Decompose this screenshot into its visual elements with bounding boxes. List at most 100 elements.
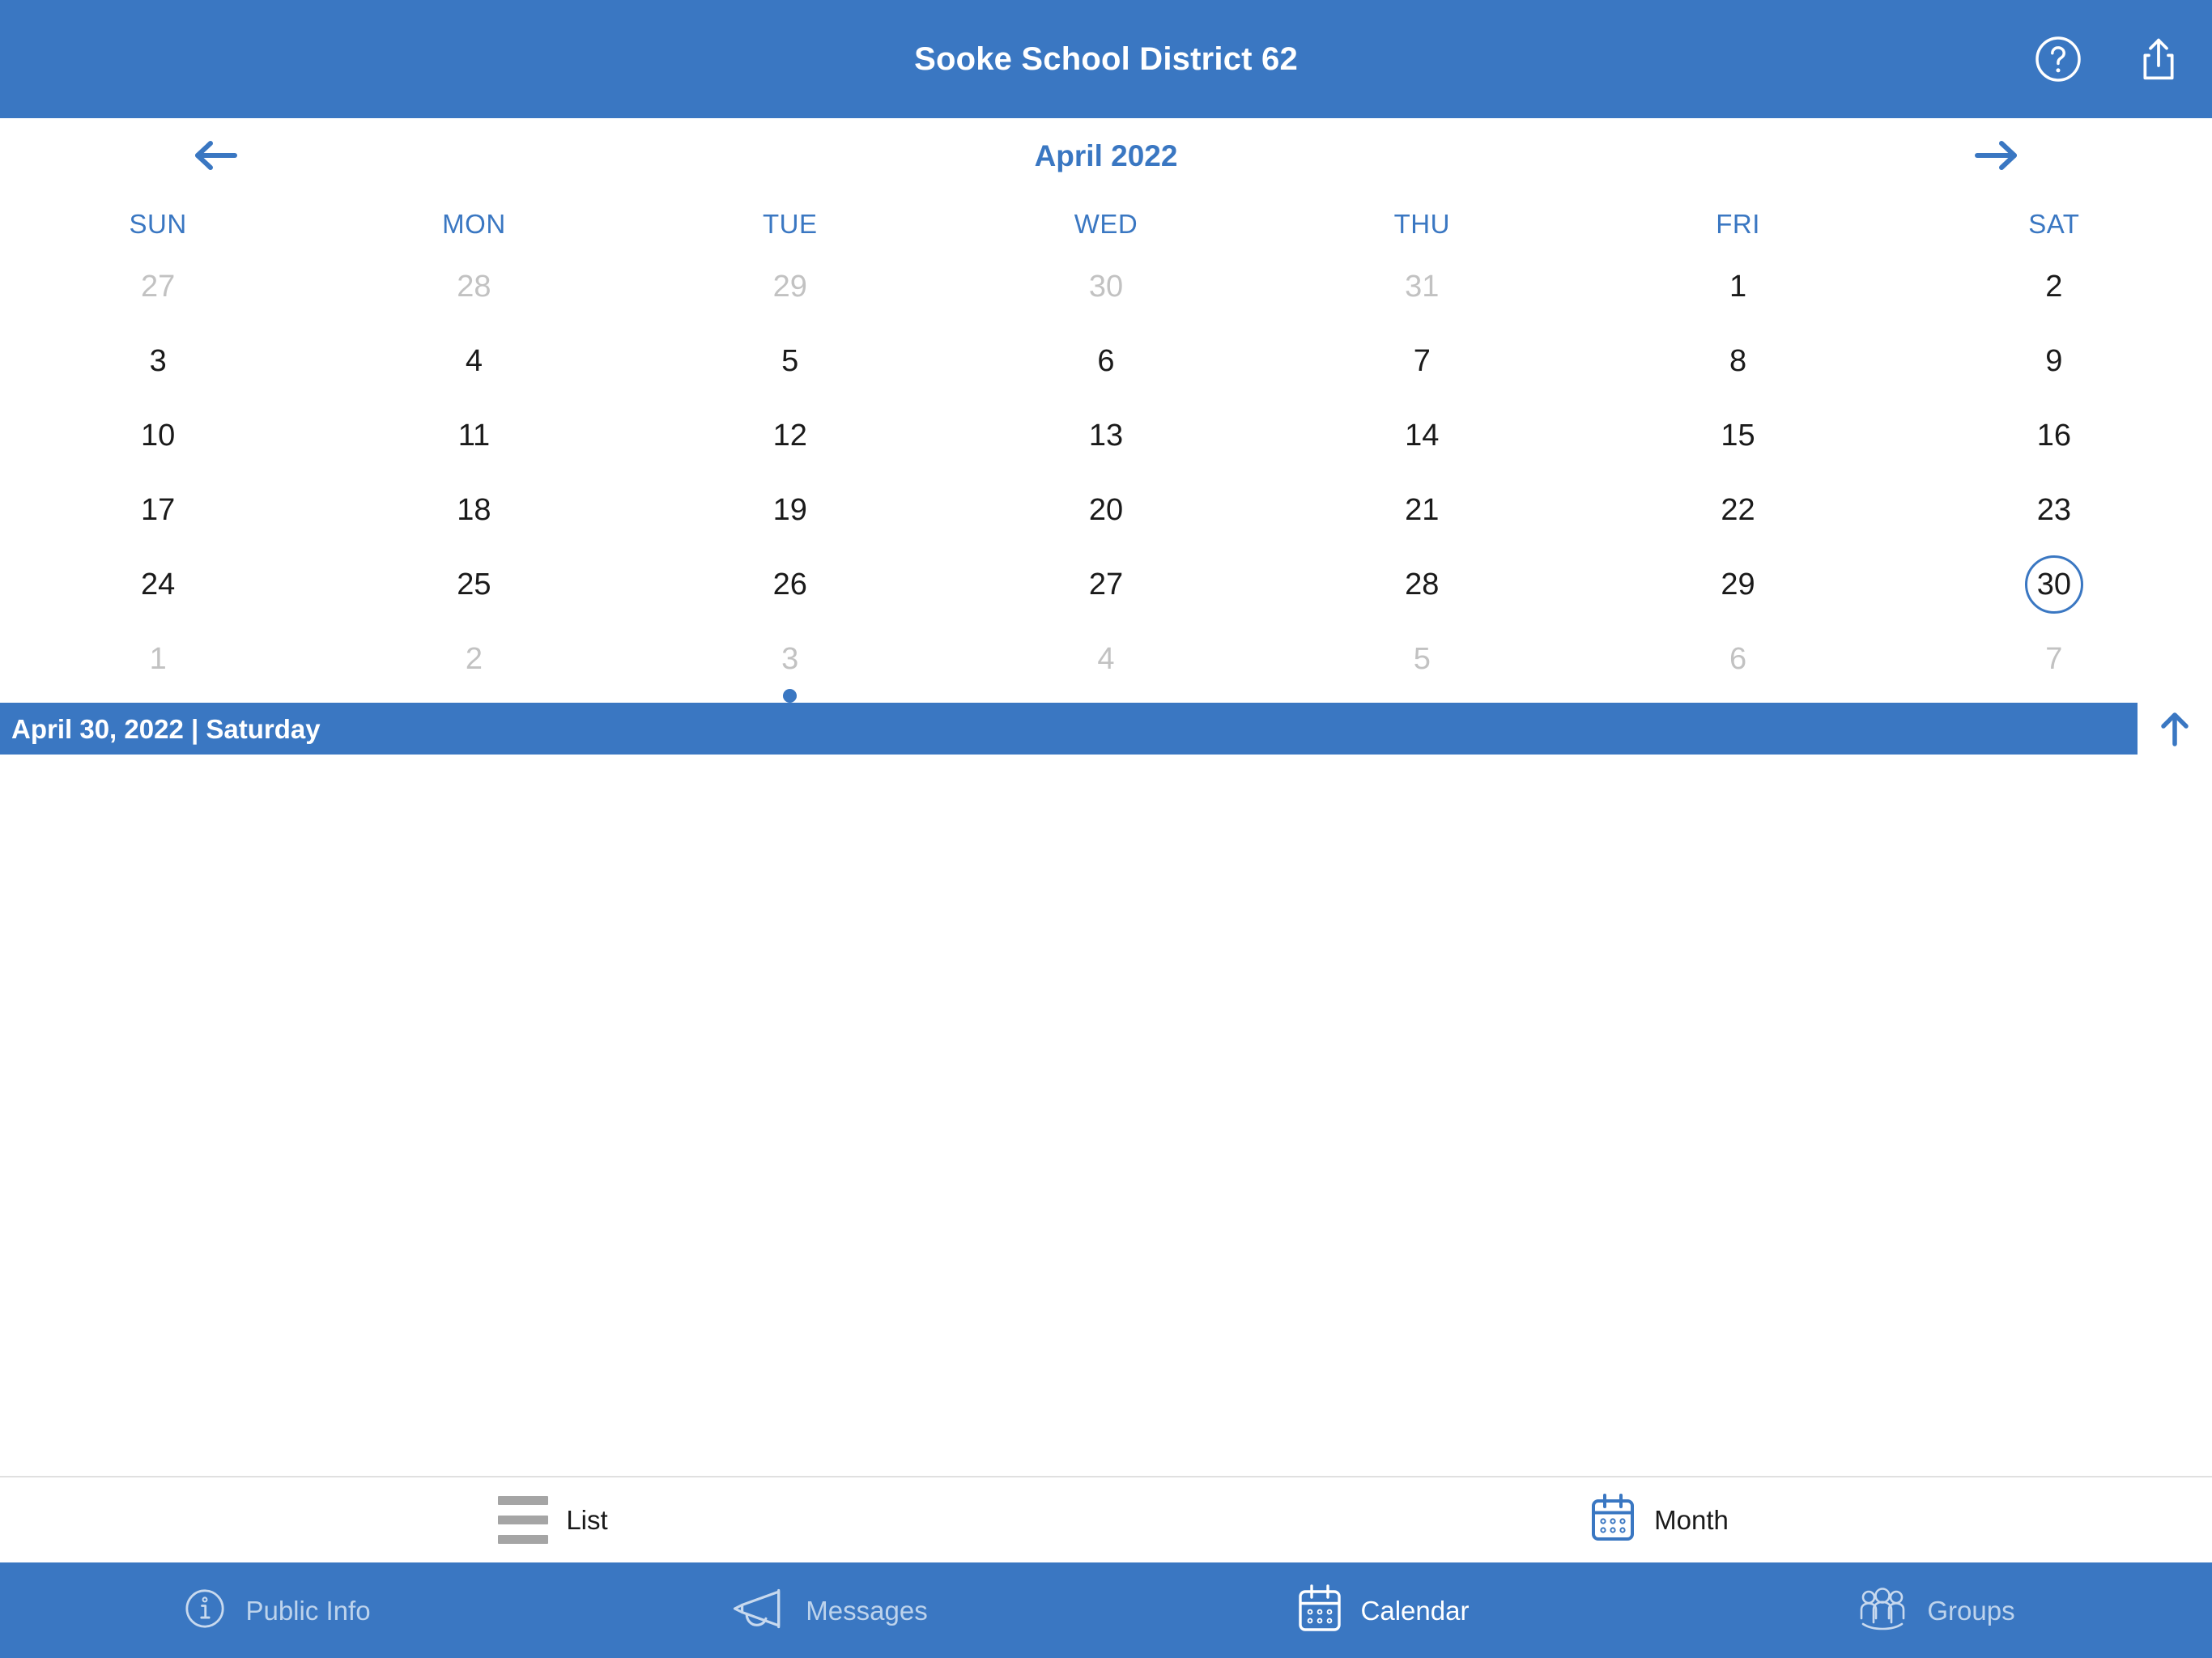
- event-list-area: [0, 755, 2212, 1477]
- calendar-day-cell[interactable]: 15: [1580, 405, 1895, 479]
- calendar-day-cell[interactable]: 29: [632, 256, 948, 330]
- share-icon: [2143, 38, 2174, 80]
- calendar-icon: [1296, 1584, 1343, 1638]
- view-option-month-label: Month: [1654, 1505, 1729, 1535]
- calendar-day-number: 13: [1088, 419, 1124, 453]
- tab-public-info-label: Public Info: [245, 1595, 371, 1626]
- calendar-day-cell[interactable]: 9: [1896, 330, 2212, 405]
- calendar-day-number: 8: [1729, 344, 1747, 378]
- view-option-list[interactable]: List: [0, 1496, 1106, 1544]
- tab-groups[interactable]: Groups: [1659, 1585, 2212, 1636]
- calendar-day-cell[interactable]: 25: [316, 554, 632, 628]
- calendar-day-number: 15: [1721, 419, 1755, 453]
- calendar-day-cell[interactable]: 13: [948, 405, 1264, 479]
- info-circle-icon: [182, 1586, 228, 1635]
- calendar-day-cell[interactable]: 10: [0, 405, 316, 479]
- calendar-day-cell[interactable]: 28: [1264, 554, 1580, 628]
- weekday-header-row: SUN MON TUE WED THU FRI SAT: [0, 193, 2212, 256]
- calendar-day-number: 27: [141, 270, 176, 304]
- calendar-day-number: 30: [2024, 555, 2083, 614]
- calendar-day-cell[interactable]: 17: [0, 479, 316, 554]
- calendar-day-number: 2: [465, 642, 483, 676]
- calendar-day-number: 11: [457, 419, 491, 453]
- page-title: Sooke School District 62: [914, 41, 1298, 77]
- calendar-day-number: 14: [1405, 419, 1440, 453]
- calendar-day-cell[interactable]: 26: [632, 554, 948, 628]
- calendar-day-cell[interactable]: 11: [316, 405, 632, 479]
- bottom-tab-bar: Public Info Messages Calendar Groups: [0, 1562, 2212, 1658]
- calendar-day-cell[interactable]: 28: [316, 256, 632, 330]
- tab-groups-label: Groups: [1927, 1595, 2015, 1626]
- calendar-day-cell[interactable]: 4: [948, 628, 1264, 703]
- calendar-day-number: 29: [1721, 568, 1755, 602]
- calendar-day-cell[interactable]: 16: [1896, 405, 2212, 479]
- megaphone-icon: [731, 1586, 788, 1635]
- calendar-day-number: 5: [781, 344, 799, 378]
- calendar-day-cell[interactable]: 19: [632, 479, 948, 554]
- previous-month-button[interactable]: [178, 127, 251, 184]
- help-button[interactable]: [2029, 30, 2087, 88]
- calendar-day-number: 10: [141, 419, 176, 453]
- calendar-day-cell[interactable]: 29: [1580, 554, 1895, 628]
- calendar-day-number: 5: [1413, 642, 1431, 676]
- calendar-day-cell[interactable]: 6: [948, 330, 1264, 405]
- calendar-day-cell[interactable]: 8: [1580, 330, 1895, 405]
- calendar-day-cell[interactable]: 23: [1896, 479, 2212, 554]
- calendar-day-number: 4: [1097, 642, 1115, 676]
- view-switcher: List Month: [0, 1477, 2212, 1562]
- arrow-left-icon: [195, 141, 237, 170]
- calendar-day-number: 18: [457, 493, 491, 527]
- calendar-day-cell[interactable]: 6: [1580, 628, 1895, 703]
- calendar-day-cell[interactable]: 27: [0, 256, 316, 330]
- calendar-day-cell[interactable]: 22: [1580, 479, 1895, 554]
- next-month-button[interactable]: [1961, 127, 2034, 184]
- calendar-day-number: 30: [1088, 270, 1124, 304]
- view-option-month[interactable]: Month: [1106, 1493, 2212, 1547]
- people-icon: [1856, 1585, 1909, 1636]
- calendar-day-cell[interactable]: 18: [316, 479, 632, 554]
- calendar-day-cell[interactable]: 1: [1580, 256, 1895, 330]
- tab-messages[interactable]: Messages: [553, 1586, 1106, 1635]
- arrow-up-icon: [2161, 712, 2189, 746]
- selected-day-bar-row: April 30, 2022 | Saturday: [0, 703, 2212, 755]
- calendar-day-cell[interactable]: 30: [948, 256, 1264, 330]
- calendar-day-cell[interactable]: 1: [0, 628, 316, 703]
- calendar-day-cell[interactable]: 5: [1264, 628, 1580, 703]
- calendar-day-cell[interactable]: 21: [1264, 479, 1580, 554]
- calendar-day-cell[interactable]: 2: [316, 628, 632, 703]
- calendar-day-cell[interactable]: 30: [1896, 554, 2212, 628]
- calendar-day-cell[interactable]: 3: [632, 628, 948, 703]
- calendar-day-number: 3: [781, 641, 799, 676]
- calendar-day-cell[interactable]: 27: [948, 554, 1264, 628]
- collapse-calendar-button[interactable]: [2138, 703, 2212, 755]
- calendar-day-number: 1: [149, 642, 167, 676]
- calendar-day-cell[interactable]: 20: [948, 479, 1264, 554]
- calendar-day-cell[interactable]: 12: [632, 405, 948, 479]
- top-app-bar: Sooke School District 62: [0, 0, 2212, 118]
- tab-messages-label: Messages: [806, 1595, 928, 1626]
- selected-day-bar[interactable]: April 30, 2022 | Saturday: [0, 703, 2138, 755]
- calendar-day-cell[interactable]: 5: [632, 330, 948, 405]
- weekday-header-wed: WED: [1074, 209, 1138, 239]
- calendar-day-number: 31: [1405, 270, 1440, 304]
- weekday-header-tue: TUE: [762, 209, 818, 239]
- calendar-day-cell[interactable]: 3: [0, 330, 316, 405]
- calendar-day-number: 2: [2045, 270, 2063, 304]
- calendar-day-number: 27: [1088, 568, 1124, 602]
- calendar-day-cell[interactable]: 7: [1264, 330, 1580, 405]
- tab-calendar[interactable]: Calendar: [1106, 1584, 1659, 1638]
- tab-public-info[interactable]: Public Info: [0, 1586, 553, 1635]
- weekday-header-sun: SUN: [129, 209, 187, 239]
- list-icon: [498, 1496, 549, 1544]
- calendar-day-cell[interactable]: 31: [1264, 256, 1580, 330]
- calendar-day-cell[interactable]: 2: [1896, 256, 2212, 330]
- calendar-day-number: 6: [1097, 344, 1115, 378]
- calendar-day-cell[interactable]: 24: [0, 554, 316, 628]
- calendar-day-cell[interactable]: 4: [316, 330, 632, 405]
- calendar-day-cell[interactable]: 14: [1264, 405, 1580, 479]
- calendar-day-number: 25: [457, 568, 491, 602]
- tab-calendar-label: Calendar: [1360, 1595, 1470, 1626]
- share-button[interactable]: [2129, 30, 2188, 88]
- app-root: Sooke School District 62 April 2022 SUN …: [0, 0, 2212, 1658]
- calendar-day-cell[interactable]: 7: [1896, 628, 2212, 703]
